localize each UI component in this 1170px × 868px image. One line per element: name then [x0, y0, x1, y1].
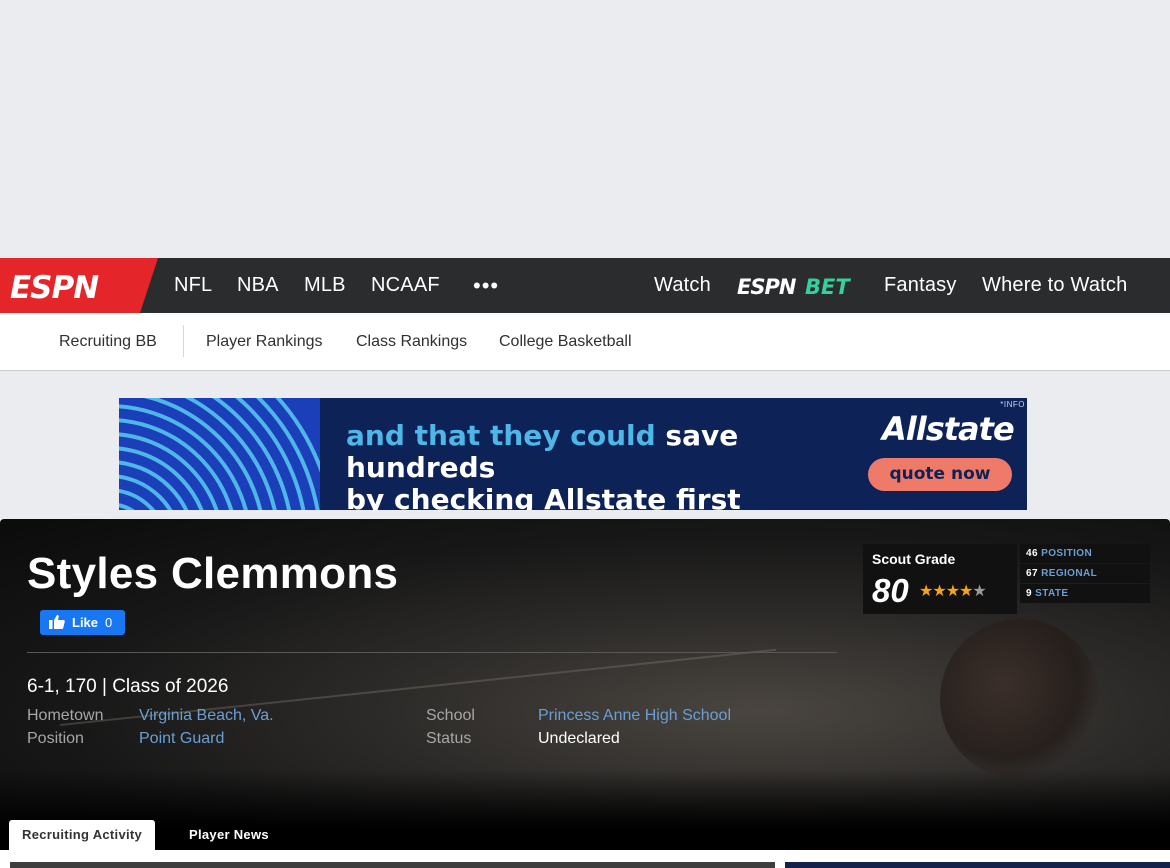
content-left-panel	[10, 862, 775, 868]
svg-text:BET: BET	[805, 275, 851, 299]
more-menu-icon[interactable]: •••	[473, 258, 499, 313]
rank-row-position: 46 POSITION	[1020, 544, 1150, 563]
star-icon: ★	[932, 583, 946, 600]
subnav-player-rankings[interactable]: Player Rankings	[206, 313, 323, 370]
rank-label-link[interactable]: REGIONAL	[1041, 568, 1097, 579]
school-label: School	[426, 707, 475, 724]
status-value: Undeclared	[538, 730, 620, 747]
player-bio: 6-1, 170 | Class of 2026	[27, 676, 229, 697]
position-link[interactable]: Point Guard	[139, 730, 224, 748]
ad-info-label[interactable]: *INFO	[1000, 400, 1025, 409]
scout-grade-box: Scout Grade 80 ★★★★★	[863, 544, 1017, 614]
nav-link-nfl[interactable]: NFL	[174, 258, 212, 313]
star-icon: ★	[919, 583, 933, 600]
nav-link-nba[interactable]: NBA	[237, 258, 279, 313]
hometown-label: Hometown	[27, 707, 104, 724]
subnav-recruiting-bb[interactable]: Recruiting BB	[59, 313, 157, 370]
tab-recruiting-activity[interactable]: Recruiting Activity	[9, 820, 156, 850]
ad-headline-line2: by checking Allstate first	[346, 483, 741, 511]
nav-link-fantasy[interactable]: Fantasy	[884, 258, 957, 313]
star-rating: ★★★★★	[919, 581, 987, 601]
top-nav: ESPN NFL NBA MLB NCAAF ••• Watch ESPN BE…	[0, 258, 1170, 313]
espn-logo[interactable]: ESPN	[0, 258, 158, 313]
ad-banner[interactable]: and that they could save hundreds by che…	[119, 398, 1027, 510]
svg-text:ESPN: ESPN	[737, 275, 797, 299]
rank-label-link[interactable]: POSITION	[1041, 548, 1092, 559]
rank-row-state: 9 STATE	[1020, 584, 1150, 603]
rank-value: 46	[1026, 548, 1038, 559]
thumbs-up-icon	[49, 615, 65, 632]
scout-grade-value: 80	[872, 572, 909, 609]
rank-row-regional: 67 REGIONAL	[1020, 564, 1150, 583]
ad-quote-button[interactable]: quote now	[868, 458, 1012, 491]
rankings-box: 46 POSITION 67 REGIONAL 9 STATE	[1020, 544, 1150, 604]
subnav-divider	[183, 325, 184, 357]
ad-ripple-graphic	[119, 398, 320, 510]
tab-player-news[interactable]: Player News	[176, 820, 282, 850]
star-icon: ★	[945, 583, 960, 600]
school-link[interactable]: Princess Anne High School	[538, 707, 731, 725]
scout-grade-title: Scout Grade	[872, 551, 956, 567]
allstate-logo: Allstate	[882, 410, 1015, 448]
star-icon: ★	[959, 583, 973, 600]
nav-link-ncaaf[interactable]: NCAAF	[371, 258, 440, 313]
tab-content-area	[0, 850, 1170, 868]
basketball-background-image	[940, 619, 1100, 779]
sub-nav: Recruiting BB Player Rankings Class Rank…	[0, 313, 1170, 371]
nav-link-mlb[interactable]: MLB	[304, 258, 346, 313]
facebook-like-button[interactable]: Like 0	[40, 610, 125, 635]
star-empty-icon: ★	[972, 583, 986, 600]
rank-value: 67	[1026, 568, 1038, 579]
header-divider	[27, 652, 837, 653]
ad-headline-highlight: and that they could	[346, 419, 656, 452]
espn-bet-logo[interactable]: ESPN BET	[737, 272, 859, 300]
like-count: 0	[105, 615, 113, 630]
subnav-class-rankings[interactable]: Class Rankings	[356, 313, 467, 370]
content-right-panel	[785, 862, 1170, 868]
nav-link-watch[interactable]: Watch	[654, 258, 711, 313]
rank-value: 9	[1026, 588, 1032, 599]
position-label: Position	[27, 730, 84, 747]
hometown-link[interactable]: Virginia Beach, Va.	[139, 707, 274, 725]
player-name: Styles Clemmons	[27, 549, 399, 598]
nav-link-where-to-watch[interactable]: Where to Watch	[982, 258, 1127, 313]
status-label: Status	[426, 730, 472, 747]
player-header: Styles Clemmons Like 0 6-1, 170 | Class …	[0, 519, 1170, 868]
subnav-college-basketball[interactable]: College Basketball	[499, 313, 632, 370]
ad-headline: and that they could save hundreds by che…	[346, 419, 886, 511]
svg-text:ESPN: ESPN	[10, 270, 99, 306]
like-label: Like	[72, 615, 99, 630]
rank-label-link[interactable]: STATE	[1035, 588, 1068, 599]
